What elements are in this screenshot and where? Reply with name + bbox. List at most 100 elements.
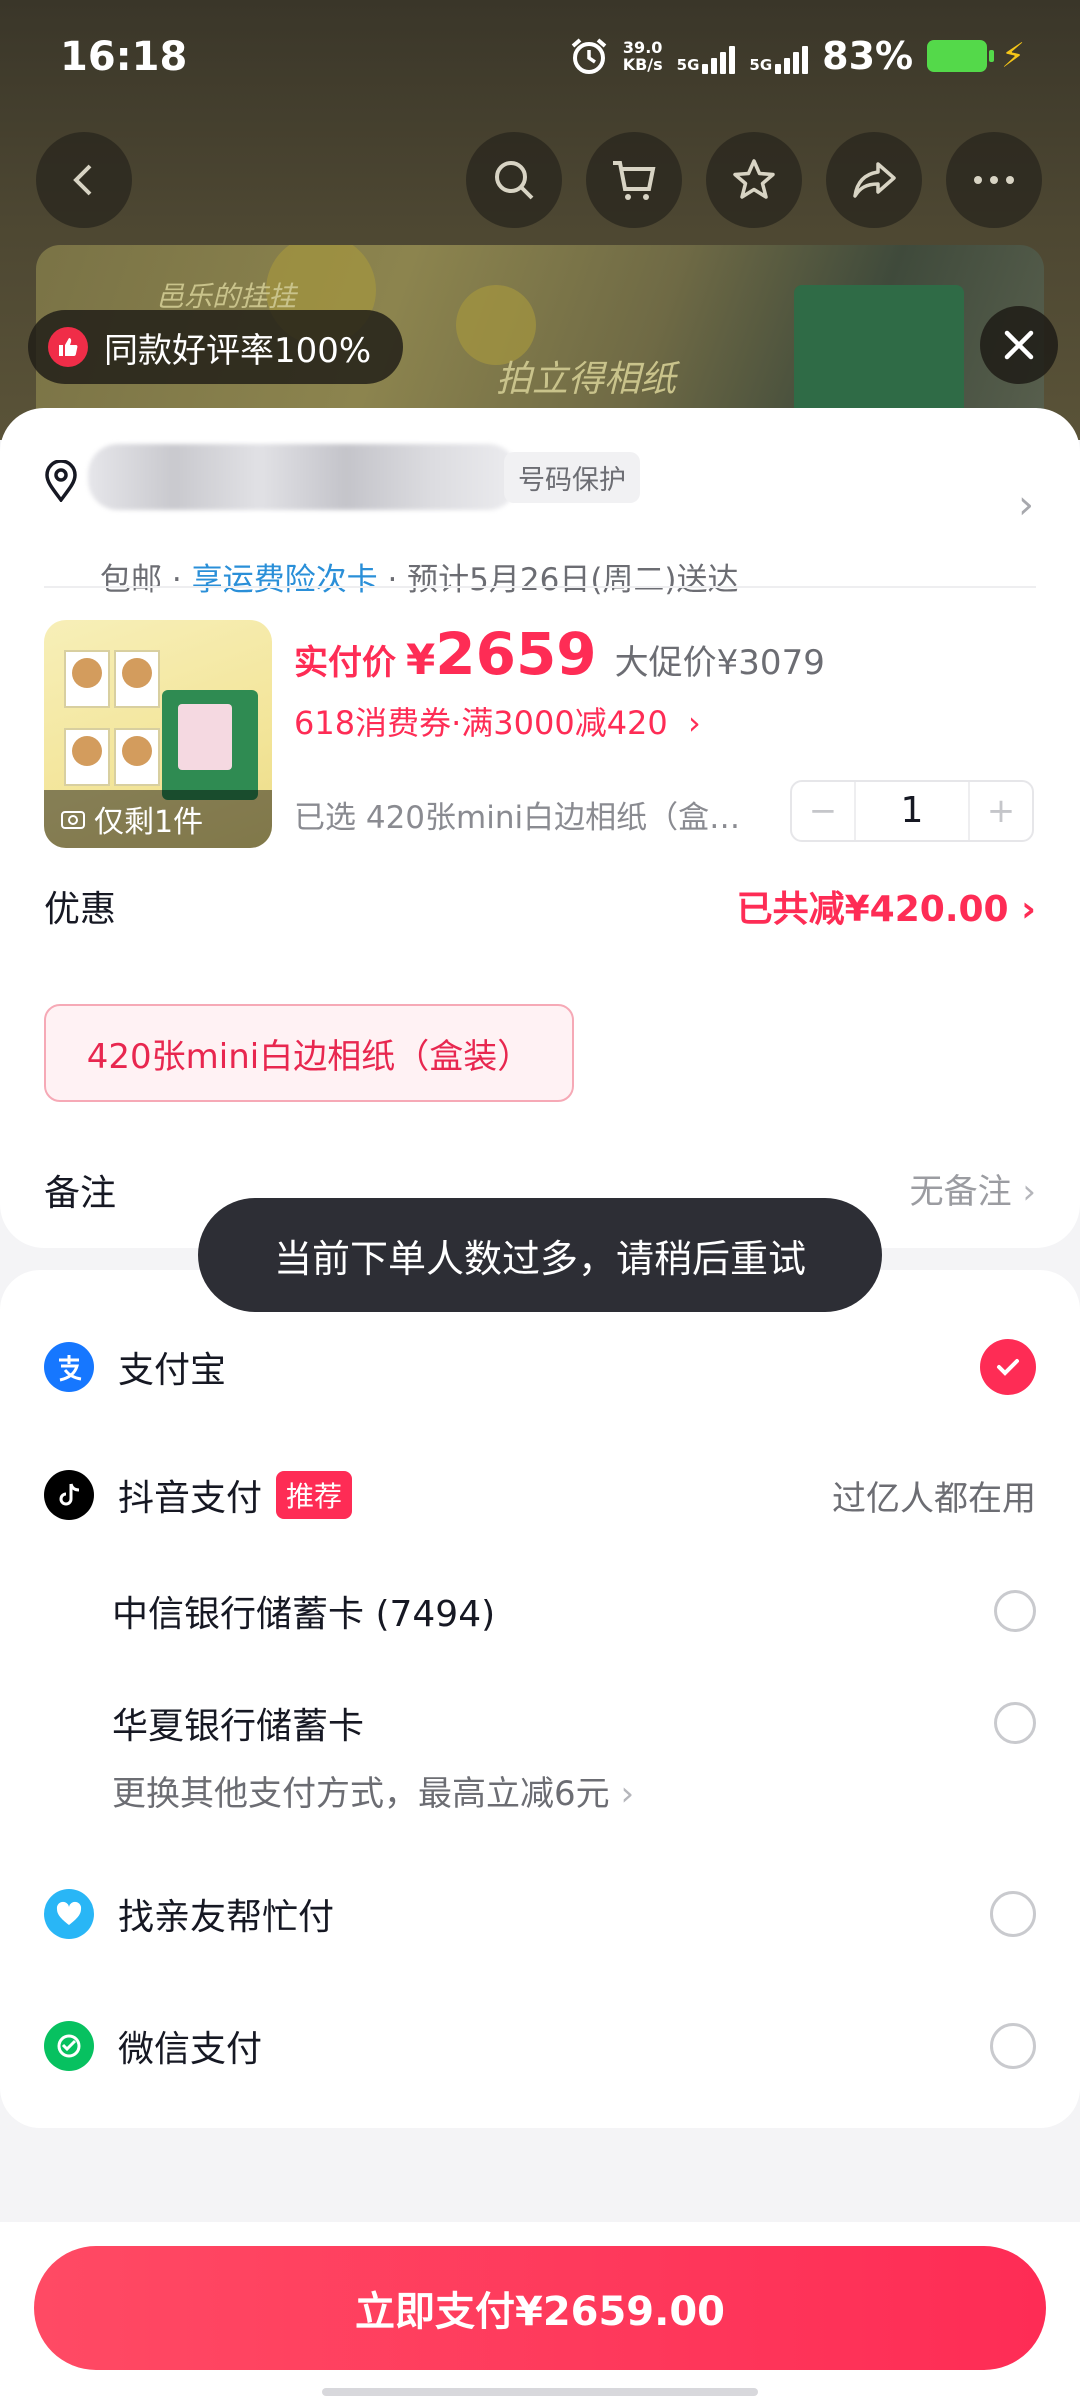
quantity-stepper: − 1 + (790, 780, 1034, 842)
sim-label: 5G (676, 56, 700, 74)
price-label: 实付价 (294, 643, 396, 683)
delivery-estimate: 预计5月26日(周二)送达 (407, 562, 739, 598)
back-icon (73, 164, 92, 196)
chevron-right-icon: › (687, 704, 701, 742)
rating-pill: 同款好评率100% (28, 310, 404, 384)
star-icon (733, 159, 775, 199)
cart-icon (613, 161, 656, 200)
battery-percent: 83% (822, 34, 914, 78)
discount-label: 优惠 (44, 889, 117, 930)
free-shipping-label: 包邮 (100, 562, 162, 598)
price-line: 实付价 ¥ 2659 大促价¥3079 (294, 620, 825, 688)
quantity-value[interactable]: 1 (854, 782, 970, 840)
bottom-bar: 立即支付¥2659.00 (0, 2222, 1080, 2400)
radio-unselected[interactable] (994, 1702, 1036, 1744)
number-protect-tag: 号码保护 (504, 452, 640, 503)
discount-value[interactable]: 已共减¥420.00 › (737, 880, 1036, 932)
selected-check-icon (980, 1339, 1036, 1395)
order-card: 站 号码保护 › 包邮 · 享运费险次卡 · 预计5月26日(周二)送达 仅剩1… (0, 408, 1080, 1248)
payment-option-wechat[interactable]: 微信支付 (44, 2011, 1036, 2081)
alarm-icon (571, 38, 606, 74)
favorite-button[interactable] (706, 132, 802, 228)
wechat-pay-label: 微信支付 (118, 2029, 263, 2070)
alipay-icon (44, 1342, 94, 1392)
note-text: 无备注 (909, 1172, 1012, 1212)
payment-option-douyin[interactable]: 抖音支付 推荐 过亿人都在用 (44, 1460, 1036, 1530)
stock-label: 仅剩1件 (44, 790, 272, 848)
search-button[interactable] (466, 132, 562, 228)
battery-icon (927, 40, 995, 72)
increase-button[interactable]: + (970, 791, 1032, 831)
net-speed-value: 39.0 (622, 38, 663, 57)
net-speed-unit: KB/s (622, 55, 663, 74)
error-toast: 当前下单人数过多，请稍后重试 (198, 1198, 882, 1312)
film-box (162, 690, 258, 800)
coupon-text: 618消费券·满3000减420 (294, 704, 668, 742)
back-button[interactable] (36, 132, 132, 228)
radio-unselected[interactable] (994, 1590, 1036, 1632)
home-indicator[interactable] (322, 2388, 758, 2396)
banner-text: 邑乐的挂挂 (156, 280, 297, 313)
status-time: 16:18 (60, 34, 188, 80)
shipping-insurance-link[interactable]: 享运费险次卡 (192, 562, 378, 598)
note-label: 备注 (44, 1173, 117, 1214)
photo-print (64, 728, 110, 786)
currency-symbol: ¥ (406, 635, 436, 684)
payment-option-alipay[interactable]: 支付宝 (44, 1332, 1036, 1402)
chevron-right-icon: › (1021, 889, 1036, 930)
stock-text: 仅剩1件 (94, 805, 204, 840)
decrease-button[interactable]: − (792, 791, 854, 831)
selected-spec[interactable]: 已选 420张mini白边相纸（盒装） (294, 792, 764, 837)
bank-card-label: 华夏银行储蓄卡 (112, 1706, 365, 1747)
pay-now-button[interactable]: 立即支付¥2659.00 (34, 2246, 1046, 2370)
discount-amount: 已共减¥420.00 (736, 889, 1009, 930)
camera-icon (61, 811, 85, 829)
rating-label: 同款好评率100% (104, 330, 372, 371)
price-value: 2659 (435, 620, 597, 688)
coupon-link[interactable]: 618消费券·满3000减420 › (294, 698, 701, 744)
photo-print (114, 650, 160, 708)
status-icons: 39.0 KB/s 5G 5G 83% ⚡ (569, 34, 1025, 78)
product-thumbnail[interactable]: 仅剩1件 (44, 620, 272, 848)
close-sheet-button[interactable] (980, 306, 1058, 384)
radio-unselected[interactable] (990, 1891, 1036, 1937)
douyin-icon (44, 1470, 94, 1520)
location-pin-icon (45, 460, 77, 502)
payment-option-friend[interactable]: 找亲友帮忙付 (44, 1879, 1036, 1949)
photo-print (64, 650, 110, 708)
radio-unselected[interactable] (990, 2023, 1036, 2069)
chevron-right-icon: › (1018, 482, 1034, 528)
sim-label: 5G (749, 56, 773, 74)
more-button[interactable] (946, 132, 1042, 228)
charging-icon: ⚡ (1001, 36, 1025, 76)
recommend-badge: 推荐 (276, 1471, 353, 1519)
chevron-right-icon: › (1022, 1172, 1036, 1212)
heart-icon (44, 1889, 94, 1939)
signal-icon: 5G (749, 38, 809, 74)
friend-pay-label: 找亲友帮忙付 (118, 1897, 335, 1938)
variant-chip[interactable]: 420张mini白边相纸（盒装） (44, 1004, 574, 1102)
promo-price: 大促价¥3079 (614, 643, 825, 683)
alipay-label: 支付宝 (118, 1350, 227, 1391)
address-row[interactable]: 站 号码保护 › 包邮 · 享运费险次卡 · 预计5月26日(周二)送达 (44, 444, 1034, 598)
payment-option-card-huaxia[interactable]: 华夏银行储蓄卡 (112, 1688, 1036, 1758)
note-value[interactable]: 无备注 › (910, 1164, 1036, 1213)
douyin-slogan: 过亿人都在用 (832, 1478, 1036, 1519)
address-redacted (88, 444, 518, 510)
thumbs-up-icon (48, 327, 88, 367)
cart-button[interactable] (586, 132, 682, 228)
payment-option-card-citic[interactable]: 中信银行储蓄卡 (7494) (112, 1576, 1036, 1646)
signal-icon: 5G (677, 38, 736, 74)
divider (44, 586, 1036, 588)
photo-print (114, 728, 160, 786)
wechat-pay-icon (44, 2021, 94, 2071)
separator: · (171, 562, 182, 598)
search-icon (495, 161, 534, 200)
payment-methods-card: 支付宝 抖音支付 推荐 过亿人都在用 中信银行储蓄卡 (7494) 华夏银行储蓄… (0, 1270, 1080, 2128)
share-icon (853, 162, 896, 198)
more-payment-methods-link[interactable]: 更换其他支付方式，最高立减6元 › (112, 1766, 634, 1815)
share-button[interactable] (826, 132, 922, 228)
separator: · (387, 562, 398, 598)
status-bar: 16:18 39.0 KB/s 5G 5G 83% ⚡ (0, 0, 1080, 118)
close-icon (1004, 330, 1034, 360)
